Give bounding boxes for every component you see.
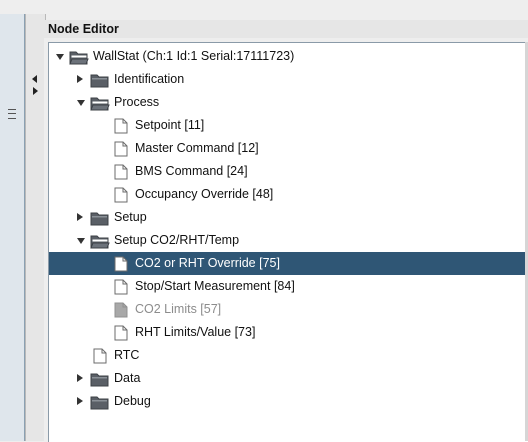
expanded-toggle-icon[interactable] — [56, 54, 64, 60]
collapse-left-arrow-icon[interactable] — [32, 75, 37, 83]
folder-open-icon — [90, 95, 110, 111]
tree-node-label: CO2 Limits [57] — [135, 302, 222, 316]
expanded-toggle-icon[interactable] — [77, 100, 85, 106]
expanded-toggle-icon[interactable] — [77, 238, 85, 244]
file-icon — [111, 118, 131, 134]
folder-closed-icon — [90, 72, 110, 88]
grip-icon[interactable] — [8, 109, 16, 119]
node-tree[interactable]: WallStat (Ch:1 Id:1 Serial:17111723) Iden… — [48, 42, 528, 442]
tree-node-label: Setup — [114, 210, 147, 224]
folder-closed-icon — [90, 394, 110, 410]
expand-right-arrow-icon[interactable] — [33, 87, 38, 95]
node-editor-panel: Node Editor WallStat (Ch:1 Id:1 Serial:1… — [44, 20, 528, 442]
folder-closed-icon — [90, 210, 110, 226]
tree-node-setup[interactable]: Setup — [49, 206, 528, 229]
file-icon — [111, 256, 131, 272]
file-icon — [111, 164, 131, 180]
tree-node-identification[interactable]: Identification — [49, 68, 528, 91]
tree-node-label: WallStat (Ch:1 Id:1 Serial:17111723) — [93, 49, 295, 63]
tree-node-label: RTC — [114, 348, 140, 362]
tree-node-label: Debug — [114, 394, 151, 408]
tree-node-co2-or-rht-override-75[interactable]: CO2 or RHT Override [75] — [49, 252, 528, 275]
collapsed-toggle-icon[interactable] — [77, 374, 83, 382]
file-icon — [111, 325, 131, 341]
tree-node-label: Data — [114, 371, 141, 385]
folder-closed-icon — [90, 371, 110, 387]
file-icon — [111, 141, 131, 157]
collapsed-toggle-icon[interactable] — [77, 397, 83, 405]
tree-node-label: RHT Limits/Value [73] — [135, 325, 256, 339]
tree-node-rtc[interactable]: RTC — [49, 344, 528, 367]
tree-node-label: Occupancy Override [48] — [135, 187, 274, 201]
tree-node-occupancy-override-48[interactable]: Occupancy Override [48] — [49, 183, 528, 206]
tree-node-label: Master Command [12] — [135, 141, 259, 155]
tree-node-label: Process — [114, 95, 160, 109]
tree-node-rht-limits-value-73[interactable]: RHT Limits/Value [73] — [49, 321, 528, 344]
folder-open-icon — [90, 233, 110, 249]
tree-node-label: Setup CO2/RHT/Temp — [114, 233, 240, 247]
tree-node-setup-co2-rht-temp[interactable]: Setup CO2/RHT/Temp — [49, 229, 528, 252]
tree-node-label: Stop/Start Measurement [84] — [135, 279, 295, 293]
tree-node-label: Identification — [114, 72, 185, 86]
panel-title: Node Editor — [44, 20, 528, 38]
tree-node-data[interactable]: Data — [49, 367, 528, 390]
collapsed-toggle-icon[interactable] — [77, 75, 83, 83]
tree-node-process[interactable]: Process — [49, 91, 528, 114]
file-icon — [111, 279, 131, 295]
file-icon — [90, 348, 110, 364]
left-panel — [0, 14, 25, 441]
tree-node-wallstat-ch-1-id-1-serial-17111723[interactable]: WallStat (Ch:1 Id:1 Serial:17111723) — [49, 45, 528, 68]
collapsed-toggle-icon[interactable] — [77, 213, 83, 221]
tree-node-co2-limits-57[interactable]: CO2 Limits [57] — [49, 298, 528, 321]
file-icon — [111, 187, 131, 203]
tree-node-debug[interactable]: Debug — [49, 390, 528, 413]
tree-node-setpoint-11[interactable]: Setpoint [11] — [49, 114, 528, 137]
tree-node-stop-start-measurement-84[interactable]: Stop/Start Measurement [84] — [49, 275, 528, 298]
tree-node-bms-command-24[interactable]: BMS Command [24] — [49, 160, 528, 183]
tree-node-master-command-12[interactable]: Master Command [12] — [49, 137, 528, 160]
tree-node-label: Setpoint [11] — [135, 118, 205, 132]
split-divider[interactable] — [25, 14, 46, 441]
tree-node-label: CO2 or RHT Override [75] — [135, 256, 280, 270]
file-disabled-icon — [111, 302, 131, 318]
folder-open-icon — [69, 49, 89, 65]
tree-node-label: BMS Command [24] — [135, 164, 248, 178]
